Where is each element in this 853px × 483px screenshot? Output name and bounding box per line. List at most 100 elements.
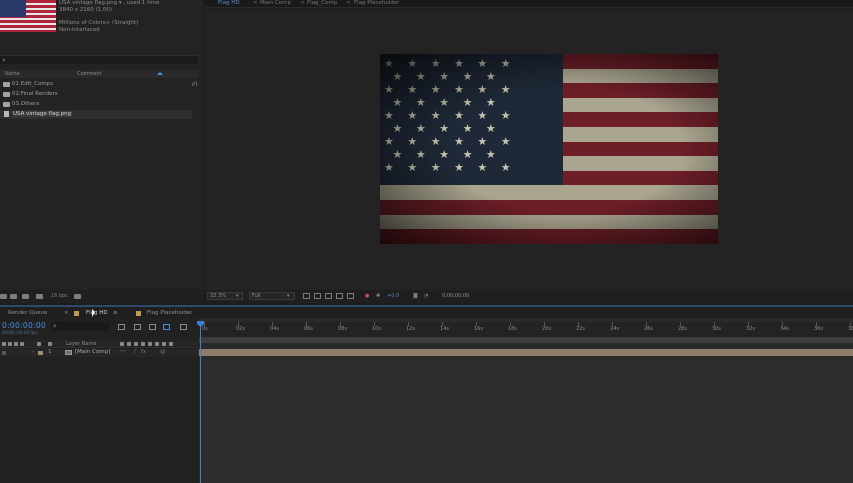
new-folder-icon[interactable] xyxy=(10,294,17,299)
ruler-tick-label: 30s xyxy=(712,326,721,332)
project-settings-icon[interactable] xyxy=(36,294,43,299)
tab-flag-hd[interactable]: Flag HD xyxy=(86,310,108,316)
viewer-tab-main-comp[interactable]: Main Comp xyxy=(260,0,291,6)
graph-editor-icon[interactable] xyxy=(180,324,187,330)
ruler-tick-mark xyxy=(646,322,647,326)
switch-adjustment-icon[interactable] xyxy=(162,342,166,346)
project-panel: USA vintage flag.png ▾ , used 1 time 384… xyxy=(0,0,203,290)
ruler-tick-mark xyxy=(340,322,341,326)
trash-icon[interactable] xyxy=(74,294,81,299)
frame-blending-icon[interactable] xyxy=(163,324,170,330)
chevron-down-icon: ▾ xyxy=(287,293,290,299)
ruler-tick-mark xyxy=(204,322,205,326)
bit-depth-button[interactable]: 16 bpc xyxy=(51,293,68,299)
switch-quality-icon[interactable] xyxy=(134,342,138,346)
mask-visibility-icon[interactable] xyxy=(325,293,332,299)
layer-duration-bar[interactable] xyxy=(199,349,853,356)
tab-flag-placeholder[interactable]: Flag Placeholder xyxy=(147,310,192,316)
work-area-bar[interactable] xyxy=(199,337,853,343)
comp-tab-icon xyxy=(74,311,79,316)
viewer-tab-flag-comp[interactable]: Flag_Comp xyxy=(307,0,337,6)
sort-arrow-icon[interactable] xyxy=(157,72,163,75)
resolution-value: Full xyxy=(252,293,261,299)
new-comp-icon[interactable] xyxy=(22,294,29,299)
switch-motion-blur-icon[interactable] xyxy=(155,342,159,346)
playhead-line[interactable] xyxy=(200,321,201,483)
frame-rate-display: 00000 (30.00 fps) xyxy=(2,330,38,335)
shy-layers-icon[interactable] xyxy=(149,324,156,330)
folder-icon xyxy=(3,82,10,87)
current-time-display[interactable]: 0:00:00:00 xyxy=(2,321,46,330)
layer-name[interactable]: [Main Comp] xyxy=(75,349,110,355)
switch-3d-icon[interactable] xyxy=(169,342,173,346)
close-icon[interactable]: × xyxy=(64,310,69,316)
ruler-tick-label: 12s xyxy=(406,326,415,332)
layer-name-header[interactable]: Layer Name xyxy=(66,341,96,347)
quality-switch-icon[interactable]: ∕ xyxy=(134,349,136,355)
layer-label-color[interactable] xyxy=(38,351,43,355)
timeline-search-input[interactable]: ⌕ xyxy=(51,322,109,331)
project-item-others[interactable]: 03.Others xyxy=(0,100,192,109)
region-of-interest-icon[interactable] xyxy=(336,293,343,299)
ruler-tick-mark xyxy=(714,322,715,326)
ruler-tick-mark xyxy=(680,322,681,326)
image-file-icon xyxy=(4,111,9,117)
comp-mini-flowchart-icon[interactable] xyxy=(118,324,125,330)
video-toggle-icon[interactable] xyxy=(2,351,6,355)
ruler-tick-mark xyxy=(816,322,817,326)
switch-frame-blend-icon[interactable] xyxy=(148,342,152,346)
ruler-tick-mark xyxy=(374,322,375,326)
lock-icon[interactable] xyxy=(20,342,24,346)
show-snapshot-icon[interactable]: ◔ xyxy=(424,293,428,299)
label-icon[interactable] xyxy=(37,342,41,346)
parent-pickwhip-icon[interactable]: @ xyxy=(160,349,166,355)
time-ruler[interactable]: 0s 02s 04s 06s 08s 10s 12s 14s 16s 18s 20s 22s 24s 26… xyxy=(199,322,853,337)
snapshot-icon[interactable]: ◙ xyxy=(413,293,418,299)
eye-icon[interactable] xyxy=(8,342,12,346)
tab-menu-icon[interactable]: ≡ xyxy=(113,310,118,316)
search-icon: ⌕ xyxy=(53,322,57,330)
draft-3d-icon[interactable] xyxy=(134,324,141,330)
shy-switch-icon[interactable]: ⌒ xyxy=(120,349,126,357)
grid-guides-icon[interactable] xyxy=(347,293,354,299)
color-management-icon[interactable]: ✺ xyxy=(376,293,380,299)
footage-thumbnail xyxy=(0,0,56,32)
column-comment[interactable]: Comment xyxy=(77,71,102,77)
layer-number-icon xyxy=(48,342,52,346)
project-item-edit-comps[interactable]: 01.Edit_Comps xyxy=(0,80,192,89)
project-item-flag-file[interactable]: USA vintage flag.png xyxy=(0,110,192,119)
column-name[interactable]: Name xyxy=(5,71,20,77)
expand-arrow-icon[interactable]: › xyxy=(32,349,34,355)
timeline-layer-panel: 0:00:00:00 00000 (30.00 fps) ⌕ Layer Nam… xyxy=(0,318,199,483)
ruler-tick-mark xyxy=(748,322,749,326)
viewer-timecode[interactable]: 0:00:00:00 xyxy=(442,293,469,299)
zoom-level: 33.3% xyxy=(210,293,226,299)
timeline-empty-area xyxy=(199,358,853,483)
fast-previews-icon[interactable] xyxy=(303,293,310,299)
color-channels-icon[interactable]: ● xyxy=(365,293,369,299)
fx-switch-icon[interactable]: fx xyxy=(141,349,146,355)
ruler-tick-mark xyxy=(238,322,239,326)
interpret-footage-icon[interactable] xyxy=(0,294,7,299)
flowchart-icon[interactable]: ⛙ xyxy=(192,80,197,89)
exposure-value[interactable]: +0.0 xyxy=(387,293,399,299)
viewer-tab-flag-placeholder[interactable]: Flag Placeholder xyxy=(354,0,399,6)
transparency-grid-icon[interactable] xyxy=(314,293,321,299)
ruler-tick-label: 20s xyxy=(542,326,551,332)
ruler-tick-mark xyxy=(612,322,613,326)
ruler-tick-label: 06s xyxy=(304,326,313,332)
footage-info-size: 3840 x 2160 (1.00) xyxy=(59,7,113,13)
viewer-tab-flag-hd[interactable]: Flag HD xyxy=(218,0,240,6)
switch-fx-icon[interactable] xyxy=(141,342,145,346)
timeline-track-area[interactable]: 0s 02s 04s 06s 08s 10s 12s 14s 16s 18s 20s 22s 24s 26… xyxy=(199,318,853,483)
switch-collapse-icon[interactable] xyxy=(127,342,131,346)
project-search-input[interactable]: ⌕ xyxy=(0,55,198,64)
project-item-final-renders[interactable]: 02.Final Renders xyxy=(0,90,192,99)
switch-shy-icon[interactable] xyxy=(120,342,124,346)
audio-video-icon[interactable] xyxy=(2,342,6,346)
solo-icon[interactable] xyxy=(14,342,18,346)
layer-number: 1 xyxy=(48,349,52,355)
tab-render-queue[interactable]: Render Queue xyxy=(8,310,47,316)
layer-row[interactable]: › 1 [Main Comp] ⌒ ∕ fx @ xyxy=(0,349,199,357)
chevron-right-icon: < xyxy=(346,0,351,6)
